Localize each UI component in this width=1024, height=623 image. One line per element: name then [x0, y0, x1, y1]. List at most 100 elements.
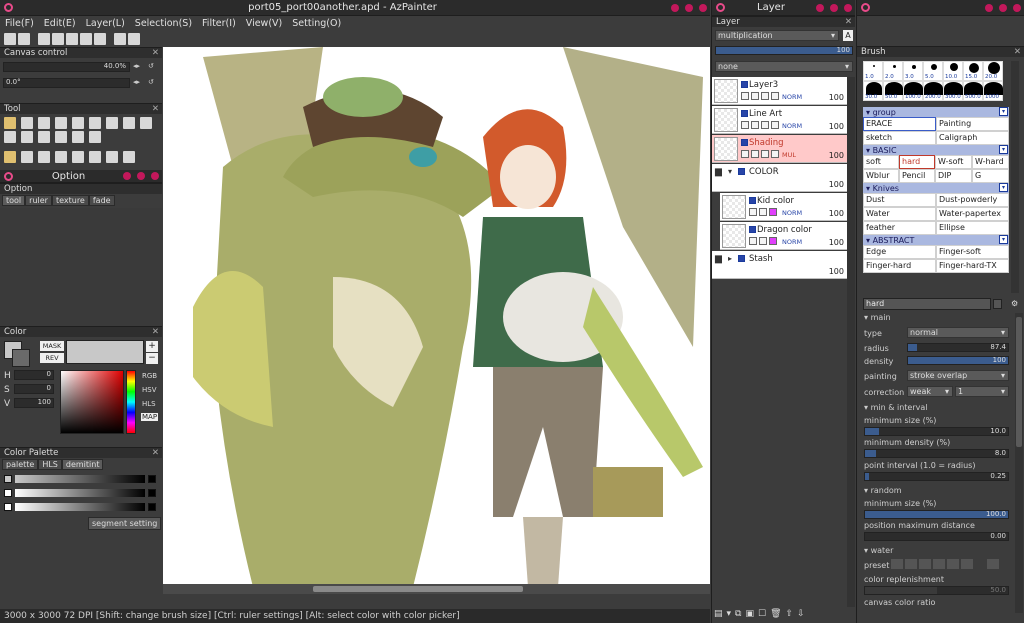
check-icon[interactable]	[771, 121, 779, 129]
visibility-icon[interactable]	[749, 197, 756, 204]
preset-button[interactable]	[933, 559, 945, 569]
preset-button[interactable]	[947, 559, 959, 569]
minimize-button[interactable]	[671, 3, 679, 12]
brush-item[interactable]: soft	[863, 155, 899, 169]
brush-item[interactable]: Pencil	[899, 169, 935, 183]
layer-item[interactable]: Dragon color NORM 100	[720, 222, 847, 250]
menu-selection[interactable]: Selection(S)	[130, 18, 197, 29]
collapse-icon[interactable]: ✕	[1014, 47, 1021, 57]
dot-pen-tool-icon[interactable]	[21, 117, 33, 129]
open-file-icon[interactable]	[18, 33, 30, 45]
brush-min-button[interactable]	[985, 3, 993, 12]
brush-list-scrollbar[interactable]	[1011, 61, 1019, 293]
option-max-button[interactable]	[137, 172, 145, 180]
texture-select[interactable]: none ▾	[715, 61, 853, 72]
size-preset[interactable]: 1.0	[863, 61, 883, 81]
demitint-bar-2[interactable]	[15, 489, 145, 497]
tab-ruler[interactable]: ruler	[25, 195, 52, 206]
brush-item[interactable]: Caligraph	[936, 131, 1009, 145]
collapse-icon[interactable]: ✕	[845, 17, 852, 27]
new-layer-icon[interactable]: ▤	[714, 609, 723, 621]
new-file-icon[interactable]	[4, 33, 16, 45]
brush-item[interactable]: DIP	[935, 169, 972, 183]
check-icon[interactable]	[761, 121, 769, 129]
preset-button[interactable]	[961, 559, 973, 569]
size-preset[interactable]: 20.0	[983, 61, 1003, 81]
brush-item[interactable]: Painting	[936, 117, 1009, 131]
brush-item[interactable]: sketch	[863, 131, 936, 145]
lock-icon[interactable]	[741, 150, 749, 158]
painting-select[interactable]: stroke overlap ▾	[907, 370, 1009, 381]
brush-item[interactable]: Wblur	[863, 169, 899, 183]
layer-opacity-slider[interactable]: 100	[715, 46, 853, 55]
size-preset[interactable]: 1000	[983, 81, 1003, 101]
correction-level-select[interactable]: 1 ▾	[955, 386, 1009, 397]
group-menu-icon[interactable]: ▾	[999, 145, 1008, 154]
canvas-area[interactable]	[163, 47, 710, 594]
tab-demitint[interactable]: demitint	[61, 459, 104, 470]
collapse-icon[interactable]: ✕	[152, 48, 159, 58]
select-rect-tool-icon[interactable]	[4, 131, 16, 143]
layer-item[interactable]: Kid color NORM 100	[720, 193, 847, 221]
close-button[interactable]	[699, 3, 707, 12]
eyedropper-tool-icon[interactable]	[89, 131, 101, 143]
s-field[interactable]: 0	[14, 384, 54, 394]
size-preset[interactable]: 15.0	[963, 61, 983, 81]
mask-button[interactable]: MASK	[40, 341, 64, 351]
visibility-icon[interactable]	[738, 255, 745, 262]
preset-menu-button[interactable]	[987, 559, 999, 569]
brush-tool-icon[interactable]	[4, 117, 16, 129]
option-close-button[interactable]	[151, 172, 159, 180]
delete-layer-icon[interactable]: 🗑	[770, 609, 781, 621]
demitint-end-swatch[interactable]	[148, 503, 156, 511]
layer-scrollbar[interactable]	[847, 77, 855, 607]
tab-tool[interactable]: tool	[2, 195, 26, 206]
brush-group-header[interactable]: ▾ Knives ▾	[863, 183, 1009, 193]
brush-item[interactable]: feather	[863, 221, 936, 235]
brush-item[interactable]: W-hard	[972, 155, 1009, 169]
section-random[interactable]: ▾ random	[861, 486, 1011, 496]
density-slider[interactable]: 100	[907, 356, 1009, 365]
segment-setting-button[interactable]: segment setting	[88, 517, 162, 530]
brush-item[interactable]: Water-papertex	[936, 207, 1009, 221]
clear-layer-icon[interactable]: ☐	[758, 609, 766, 621]
color-tag-icon[interactable]	[769, 237, 777, 245]
mode-map[interactable]: MAP	[141, 413, 159, 421]
alpha-lock-button[interactable]: A	[843, 30, 853, 41]
section-water[interactable]: ▾ water	[861, 546, 1011, 556]
brush-item[interactable]: Finger-hard-TX	[936, 259, 1009, 273]
size-preset[interactable]: 5.0	[923, 61, 943, 81]
text-tool-icon[interactable]	[106, 117, 118, 129]
remove-color-button[interactable]: −	[146, 353, 158, 364]
type-select[interactable]: normal ▾	[907, 327, 1009, 338]
circle-subtool-icon[interactable]	[72, 151, 84, 163]
lasso-fill-tool-icon[interactable]	[38, 117, 50, 129]
blend-mode-select[interactable]: multiplication ▾	[715, 30, 839, 41]
size-preset[interactable]: 300.0	[943, 81, 963, 101]
menu-file[interactable]: File(F)	[0, 18, 39, 29]
preset-button[interactable]	[919, 559, 931, 569]
min-density-slider[interactable]: 8.0	[864, 449, 1009, 458]
layer-item-selected[interactable]: Shading MUL 100	[712, 135, 847, 163]
size-preset[interactable]: 200.0	[923, 81, 943, 101]
color-replenish-slider[interactable]: 50.0	[864, 586, 1009, 595]
layer-min-button[interactable]	[816, 3, 824, 12]
burst-subtool-icon[interactable]	[106, 151, 118, 163]
freehand-subtool-icon[interactable]	[4, 151, 16, 163]
brush-item[interactable]: G	[972, 169, 1009, 183]
option-min-button[interactable]	[123, 172, 131, 180]
zoom-slider[interactable]: 40.0%	[3, 62, 130, 72]
eraser-tool-icon[interactable]	[72, 117, 84, 129]
film-icon[interactable]	[66, 33, 78, 45]
brush-item[interactable]: Dust-powderly	[936, 193, 1009, 207]
lock-icon[interactable]	[749, 208, 757, 216]
menu-view[interactable]: View(V)	[241, 18, 287, 29]
mode-rgb[interactable]: RGB	[142, 372, 157, 380]
tab-hls[interactable]: HLS	[38, 459, 62, 470]
size-preset[interactable]: 10.0	[943, 61, 963, 81]
layer-max-button[interactable]	[830, 3, 838, 12]
tab-texture[interactable]: texture	[51, 195, 89, 206]
check-icon[interactable]	[771, 150, 779, 158]
layer-item[interactable]: Layer3 NORM 100	[712, 77, 847, 105]
check-icon[interactable]	[759, 208, 767, 216]
